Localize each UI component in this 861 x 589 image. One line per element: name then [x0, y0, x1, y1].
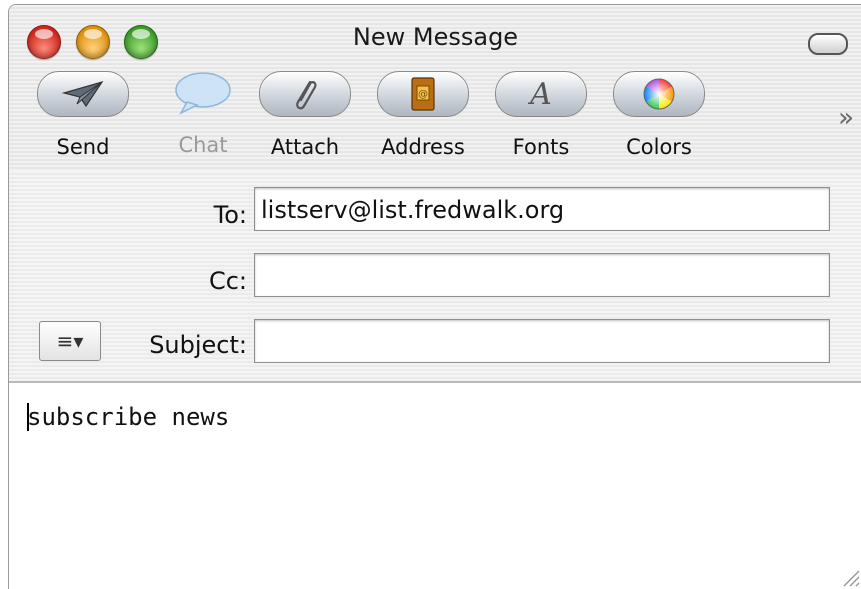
- svg-text:A: A: [527, 77, 552, 111]
- subject-label: Subject:: [149, 331, 247, 359]
- address-button[interactable]: @ Address: [377, 71, 469, 159]
- fonts-label: Fonts: [512, 135, 570, 159]
- font-a-icon: A: [527, 77, 552, 111]
- window-title: New Message: [352, 23, 519, 51]
- toolbar-overflow-chevron-icon[interactable]: »: [838, 103, 854, 133]
- to-label: To:: [213, 201, 247, 229]
- message-body-editor[interactable]: subscribe news: [9, 383, 861, 589]
- attach-button[interactable]: Attach: [259, 71, 351, 159]
- to-field[interactable]: listserv@list.fredwalk.org: [254, 187, 830, 231]
- address-book-icon: @: [411, 77, 435, 111]
- mail-compose-window: New Message Send Chat Attach @ Address A…: [8, 4, 861, 589]
- message-header-fields: To: listserv@list.fredwalk.org Cc: ≡▾ Su…: [9, 171, 861, 383]
- attach-label: Attach: [270, 135, 340, 159]
- cc-field[interactable]: [254, 253, 830, 297]
- chat-label: Chat: [178, 133, 228, 157]
- colors-button[interactable]: Colors: [613, 71, 705, 159]
- paperclip-icon: [296, 80, 317, 110]
- account-menu-button[interactable]: ≡▾: [39, 321, 101, 361]
- window-chrome: New Message Send Chat Attach @ Address A…: [9, 5, 861, 172]
- color-wheel-icon: [643, 78, 675, 110]
- colors-label: Colors: [626, 135, 692, 159]
- resize-grip-icon[interactable]: [838, 565, 860, 587]
- send-label: Send: [56, 135, 110, 159]
- cc-label: Cc:: [208, 267, 247, 295]
- toolbar-toggle-button[interactable]: [808, 33, 848, 55]
- title-bar[interactable]: New Message: [9, 5, 861, 59]
- message-body-text: subscribe news: [27, 403, 230, 431]
- paper-plane-icon: [61, 80, 104, 108]
- send-button[interactable]: Send: [37, 71, 129, 159]
- svg-text:@: @: [418, 89, 428, 100]
- fonts-button[interactable]: A Fonts: [495, 71, 587, 159]
- address-label: Address: [381, 135, 465, 159]
- chat-button[interactable]: Chat: [157, 71, 249, 157]
- subject-field[interactable]: [254, 319, 830, 363]
- speech-bubble-icon: [175, 72, 231, 115]
